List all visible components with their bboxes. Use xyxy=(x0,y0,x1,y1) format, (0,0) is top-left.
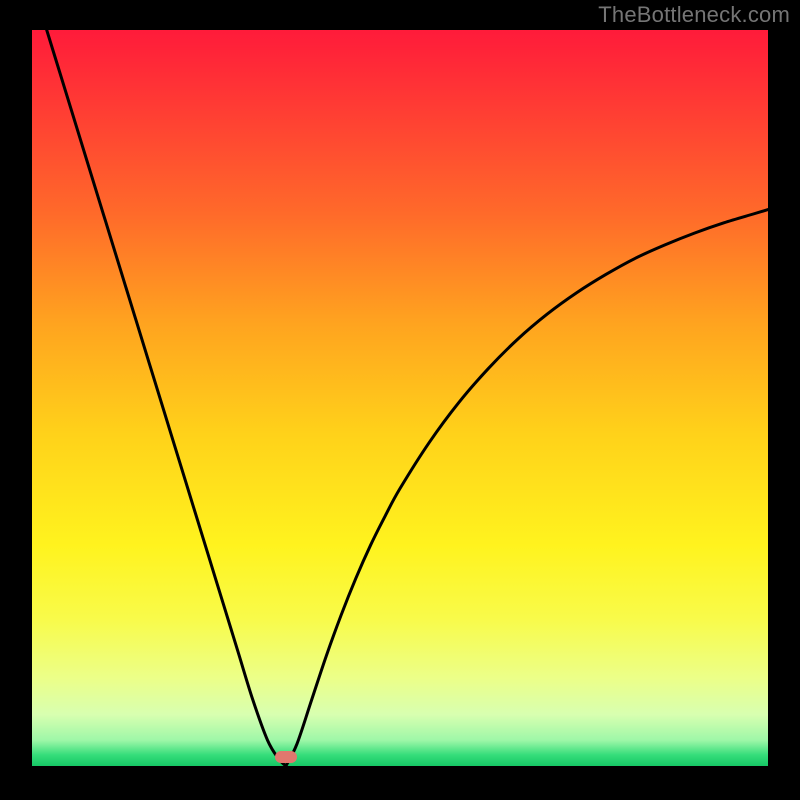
gradient-background xyxy=(32,30,768,766)
chart-svg xyxy=(32,30,768,766)
plot-area xyxy=(32,30,768,766)
chart-frame: TheBottleneck.com xyxy=(0,0,800,800)
watermark-label: TheBottleneck.com xyxy=(598,2,790,28)
optimal-point-marker xyxy=(275,751,297,763)
